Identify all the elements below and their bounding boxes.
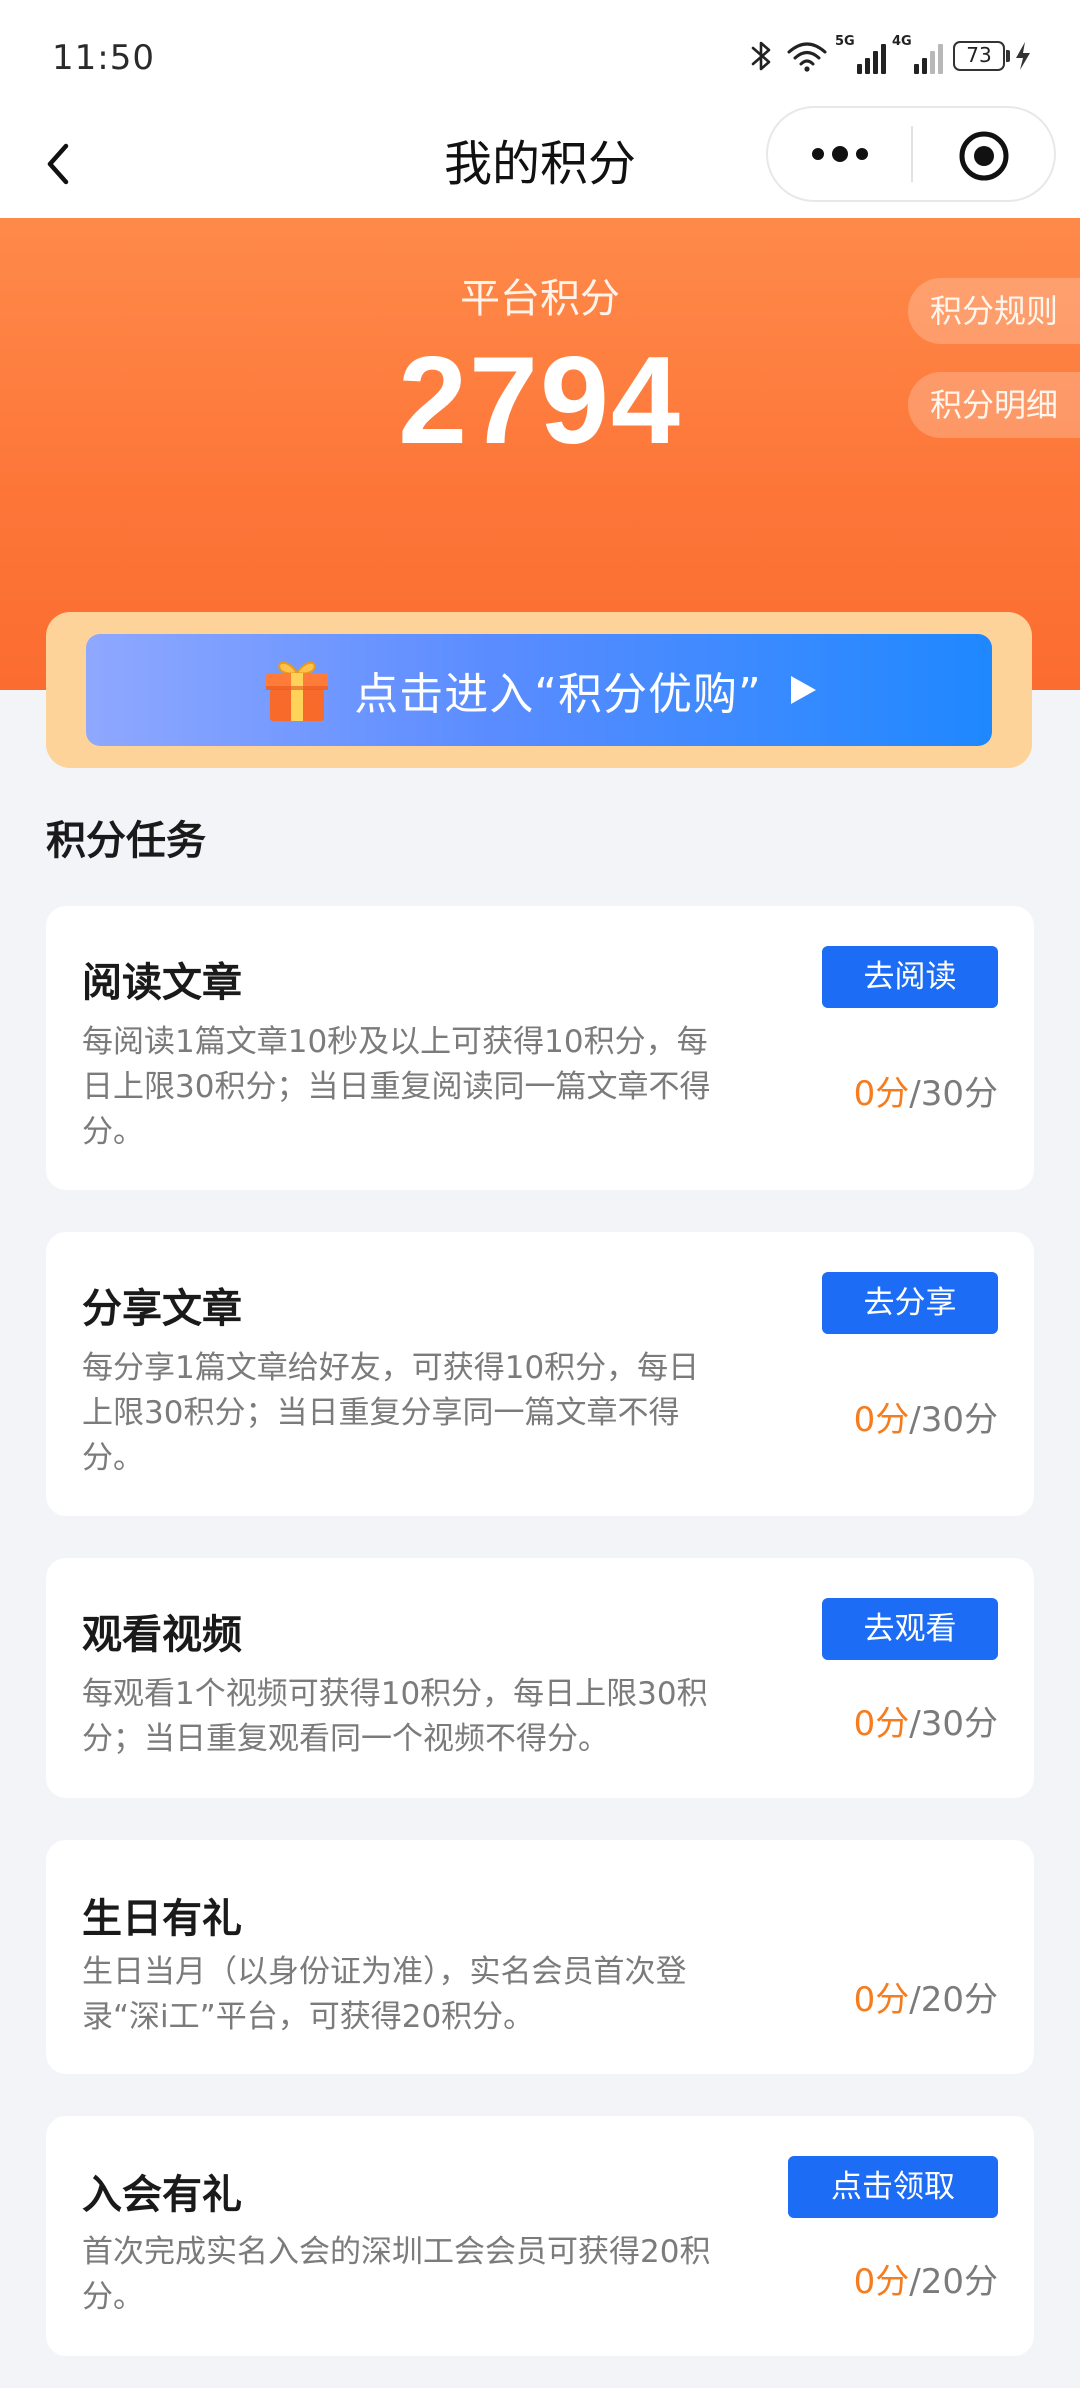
charging-icon (1016, 42, 1030, 70)
score-limit: /20分 (909, 2262, 998, 2302)
score-limit: /30分 (909, 1704, 998, 1744)
task-description: 每观看1个视频可获得10积分，每日上限30积分；当日重复观看同一个视频不得分。 (82, 1676, 708, 1757)
score-earned: 0分 (853, 1074, 910, 1114)
status-bar: 11:50 5G 4G 73 (0, 0, 1080, 110)
promo-banner: 点击进入“积分优购” (46, 612, 1032, 768)
signal-icon: 5G (835, 34, 886, 74)
task-card-share-article: 分享文章 去分享 每分享1篇文章给好友，可获得10积分，每日上限30积分；当日重… (46, 1232, 1034, 1516)
task-score: 0分/20分 (854, 1972, 998, 2021)
score-limit: /30分 (909, 1400, 998, 1440)
more-icon[interactable] (808, 140, 872, 168)
signal-icon: 4G (892, 34, 943, 74)
score-earned: 0分 (853, 2262, 910, 2302)
signal-label: 5G (835, 34, 855, 49)
bluetooth-icon (751, 41, 771, 71)
task-score: 0分/20分 (854, 2254, 998, 2303)
battery-level: 73 (953, 41, 1005, 71)
wifi-icon (787, 42, 827, 72)
task-card-watch-video: 观看视频 去观看 每观看1个视频可获得10积分，每日上限30积分；当日重复观看同… (46, 1558, 1034, 1798)
task-description: 生日当月（以身份证为准），实名会员首次登录“深i工”平台，可获得20积分。 (82, 1954, 687, 2035)
go-read-button[interactable]: 去阅读 (822, 946, 998, 1008)
task-title: 阅读文章 (82, 960, 242, 1006)
score-limit: /20分 (909, 1980, 998, 2020)
go-share-button[interactable]: 去分享 (822, 1272, 998, 1334)
go-watch-button[interactable]: 去观看 (822, 1598, 998, 1660)
back-icon[interactable] (38, 132, 78, 196)
miniprogram-capsule (766, 106, 1056, 202)
score-limit: /30分 (909, 1074, 998, 1114)
task-score: 0分/30分 (854, 1066, 998, 1115)
section-title: 积分任务 (46, 818, 206, 864)
task-card-birthday-gift: 生日有礼 生日当月（以身份证为准），实名会员首次登录“深i工”平台，可获得20积… (46, 1840, 1034, 2074)
task-score: 0分/30分 (854, 1392, 998, 1441)
task-title: 生日有礼 (82, 1896, 242, 1942)
task-card-read-article: 阅读文章 去阅读 每阅读1篇文章10秒及以上可获得10积分，每日上限30积分；当… (46, 906, 1034, 1190)
capsule-divider (911, 126, 913, 182)
points-rules-button[interactable]: 积分规则 (908, 278, 1080, 344)
task-description: 首次完成实名入会的深圳工会会员可获得20积分。 (82, 2234, 711, 2315)
task-title: 分享文章 (82, 1286, 242, 1332)
close-miniprogram-icon[interactable] (958, 130, 1010, 182)
battery-icon: 73 (953, 41, 1032, 71)
score-earned: 0分 (853, 1704, 910, 1744)
task-title: 观看视频 (82, 1612, 242, 1658)
play-icon (790, 676, 816, 704)
task-title: 入会有礼 (82, 2172, 242, 2218)
status-time: 11:50 (52, 38, 155, 78)
signal-label: 4G (892, 34, 912, 49)
task-score: 0分/30分 (854, 1696, 998, 1745)
score-earned: 0分 (853, 1980, 910, 2020)
claim-button[interactable]: 点击领取 (788, 2156, 998, 2218)
promo-text: 点击进入“积分优购” (354, 669, 762, 720)
task-description: 每阅读1篇文章10秒及以上可获得10积分，每日上限30积分；当日重复阅读同一篇文… (82, 1024, 711, 1150)
score-earned: 0分 (853, 1400, 910, 1440)
gift-icon (266, 661, 329, 721)
points-detail-button[interactable]: 积分明细 (908, 372, 1080, 438)
task-card-join-gift: 入会有礼 点击领取 首次完成实名入会的深圳工会会员可获得20积分。 0分/20分 (46, 2116, 1034, 2356)
status-icons: 5G 4G 73 (749, 34, 1032, 74)
promo-button[interactable]: 点击进入“积分优购” (86, 634, 992, 746)
task-description: 每分享1篇文章给好友，可获得10积分，每日上限30积分；当日重复分享同一篇文章不… (82, 1350, 700, 1476)
